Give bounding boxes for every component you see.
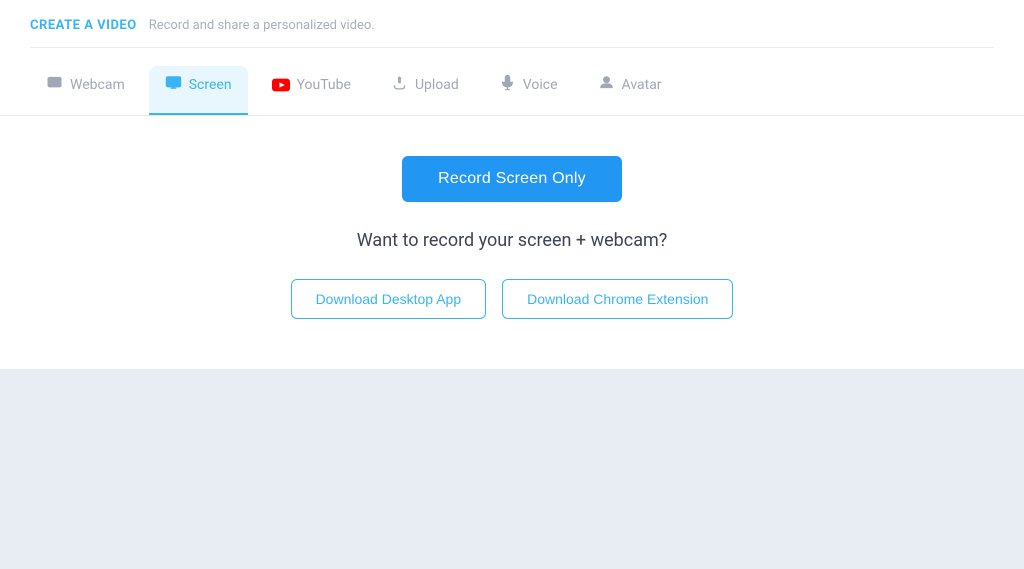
screen-icon bbox=[165, 74, 182, 95]
record-screen-button[interactable]: Record Screen Only bbox=[402, 156, 622, 202]
avatar-icon bbox=[598, 74, 615, 95]
webcam-icon bbox=[46, 74, 63, 95]
tab-screen-label: Screen bbox=[189, 77, 232, 93]
upload-icon bbox=[391, 74, 408, 95]
tab-voice-label: Voice bbox=[523, 77, 558, 93]
tab-youtube[interactable]: YouTube bbox=[256, 69, 367, 113]
tab-webcam-label: Webcam bbox=[70, 77, 125, 93]
tab-voice[interactable]: Voice bbox=[483, 66, 574, 115]
tab-youtube-label: YouTube bbox=[297, 77, 351, 93]
tab-screen[interactable]: Screen bbox=[149, 66, 248, 115]
tab-upload-label: Upload bbox=[415, 77, 459, 93]
gray-background-section bbox=[0, 369, 1024, 569]
tabs-row: Webcam Screen YouTube bbox=[30, 48, 994, 115]
voice-icon bbox=[499, 74, 516, 95]
download-chrome-button[interactable]: Download Chrome Extension bbox=[502, 279, 733, 319]
download-desktop-button[interactable]: Download Desktop App bbox=[291, 279, 487, 319]
youtube-icon bbox=[272, 78, 290, 92]
page-subtitle: Record and share a personalized video. bbox=[149, 18, 375, 33]
tab-avatar[interactable]: Avatar bbox=[582, 66, 678, 115]
tab-upload[interactable]: Upload bbox=[375, 66, 475, 115]
tab-avatar-label: Avatar bbox=[622, 77, 662, 93]
content-area: Record Screen Only Want to record your s… bbox=[0, 116, 1024, 369]
webcam-prompt-text: Want to record your screen + webcam? bbox=[357, 230, 668, 251]
download-buttons-group: Download Desktop App Download Chrome Ext… bbox=[291, 279, 734, 319]
tab-webcam[interactable]: Webcam bbox=[30, 66, 141, 115]
page-title: CREATE A VIDEO bbox=[30, 18, 137, 33]
